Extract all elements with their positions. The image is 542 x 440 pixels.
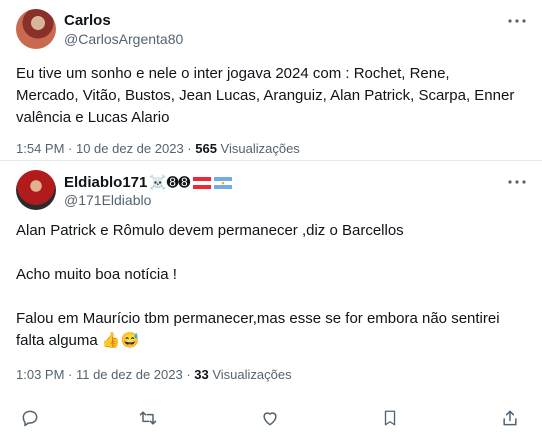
- avatar[interactable]: [16, 9, 56, 49]
- name-badges: ☠️➑➑: [149, 174, 233, 190]
- share-icon[interactable]: [498, 406, 522, 430]
- flag-austria-icon: [193, 176, 212, 189]
- post-text: Alan Patrick e Rômulo devem permanecer ,…: [16, 222, 500, 349]
- author-name[interactable]: Eldiablo171: [64, 174, 147, 192]
- post-meta: 1:54 PM · 10 de dez de 2023 · 565 Visual…: [16, 141, 300, 157]
- bookmark-icon[interactable]: [378, 406, 402, 430]
- action-bar: [0, 406, 542, 430]
- post-eldiablo[interactable]: Eldiablo171 ☠️➑➑ @171Eldiablo Alan Patri…: [0, 161, 542, 440]
- author-handle[interactable]: @171Eldiablo: [64, 192, 151, 209]
- post-text: Eu tive um sonho e nele o inter jogava 2…: [16, 65, 519, 126]
- author-name-text: Eldiablo171: [64, 174, 148, 191]
- badge-emojis: ☠️➑➑: [149, 174, 191, 190]
- post-time[interactable]: 1:54 PM · 10 de dez de 2023 ·: [16, 141, 195, 156]
- more-options-icon[interactable]: [508, 12, 526, 30]
- like-icon[interactable]: [258, 406, 282, 430]
- views-label: Visualizações: [216, 141, 300, 156]
- post-time[interactable]: 1:03 PM · 11 de dez de 2023 ·: [16, 367, 194, 382]
- views-label: Visualizações: [208, 367, 292, 382]
- flag-argentina-icon: [214, 176, 233, 189]
- author-handle[interactable]: @CarlosArgenta80: [64, 31, 183, 48]
- retweet-icon[interactable]: [136, 406, 160, 430]
- avatar[interactable]: [16, 170, 56, 210]
- post-meta: 1:03 PM · 11 de dez de 2023 · 33 Visuali…: [16, 367, 292, 383]
- view-count: 565: [195, 141, 217, 156]
- post-carlos[interactable]: Carlos @CarlosArgenta80 Eu tive um sonho…: [0, 0, 542, 161]
- author-name[interactable]: Carlos: [64, 12, 111, 30]
- more-options-icon[interactable]: [508, 173, 526, 191]
- reply-icon[interactable]: [18, 406, 42, 430]
- view-count: 33: [194, 367, 209, 382]
